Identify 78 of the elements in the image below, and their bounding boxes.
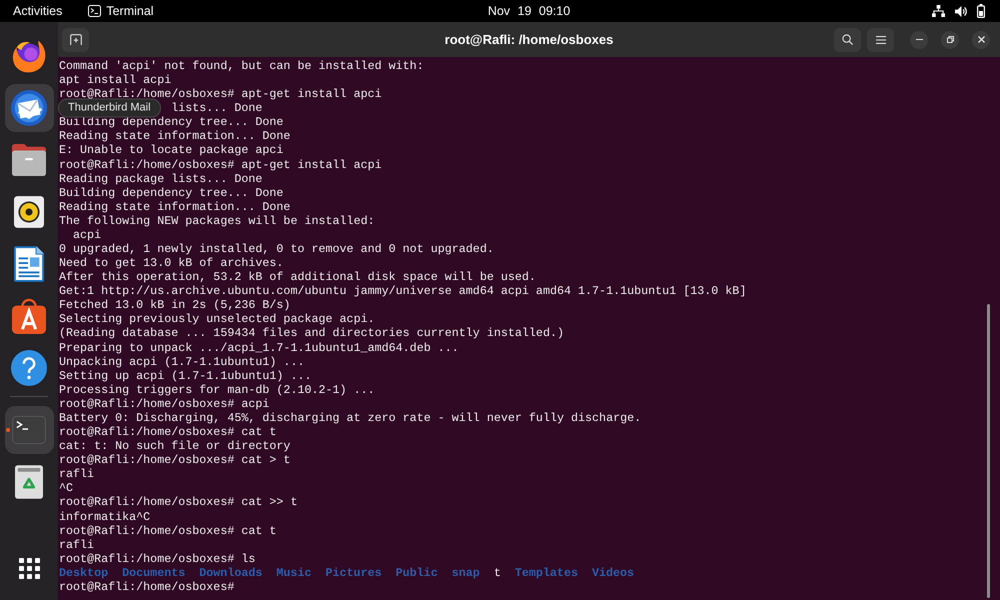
output-line: Battery 0: Discharging, 45%, discharging at zero rate - will never fully discharge. xyxy=(59,410,642,426)
output-line: lists... Done xyxy=(171,101,262,116)
clock-button[interactable]: Nov 19 09:10 xyxy=(488,0,570,22)
app-menu-button[interactable]: Terminal xyxy=(88,0,154,22)
output-line: rafli xyxy=(59,538,94,552)
close-button[interactable] xyxy=(972,30,990,48)
output-line: Building dependency tree... Done xyxy=(59,186,284,200)
restore-icon xyxy=(946,36,954,43)
shopping-bag-icon xyxy=(12,298,46,334)
battery-icon xyxy=(977,4,985,18)
prompt-line: root@Rafli:/home/osboxes# ls xyxy=(59,552,256,566)
help-icon xyxy=(11,350,47,386)
output-line: apt install acpi xyxy=(59,73,172,88)
activities-button[interactable]: Activities xyxy=(13,0,62,22)
output-line: Fetched 13.0 kB in 2s (5,236 B/s) xyxy=(59,298,290,312)
directory-name: Videos xyxy=(592,566,634,580)
new-tab-icon xyxy=(70,34,82,45)
prompt-line: root@Rafli:/home/osboxes# apt-get install acpi xyxy=(59,158,382,172)
prompt-line: root@Rafli:/home/osboxes# xyxy=(59,580,234,594)
directory-name: Public xyxy=(396,566,438,580)
prompt-line: root@Rafli:/home/osboxes# acpi xyxy=(59,396,270,411)
network-icon xyxy=(932,5,945,17)
app-grid-icon xyxy=(18,558,40,578)
output-line: Setting up acpi (1.7-1.1ubuntu1) ... xyxy=(59,368,312,383)
output-line: Reading state information... Done xyxy=(59,129,290,144)
output-line: Processing triggers for man-db (2.10.2-1) ... xyxy=(59,382,375,397)
minimize-icon xyxy=(916,39,922,40)
search-button[interactable] xyxy=(834,28,861,52)
output-line: Command 'acpi' not found, but can be installed with: xyxy=(59,59,424,74)
output-line: Need to get 13.0 kB of archives. xyxy=(59,256,284,270)
directory-name: Desktop xyxy=(59,566,108,580)
minimize-button[interactable] xyxy=(910,30,928,48)
dock-app-button[interactable] xyxy=(4,84,54,132)
directory-name: Templates xyxy=(514,566,578,580)
output-line: Preparing to unpack .../acpi_1.7-1.1ubuntu1_amd64.deb ... xyxy=(59,340,459,355)
window-title: root@Rafli: /home/osboxes xyxy=(444,32,614,47)
envelope-icon xyxy=(10,89,48,127)
terminal-icon xyxy=(88,5,102,17)
output-line: Get:1 http://us.archive.ubuntu.com/ubuntu jammy/universe amd64 acpi amd64 1.7-1.1ubuntu1 [13.0 kB] xyxy=(59,284,746,298)
output-line: Selecting previously unselected package acpi. xyxy=(59,312,375,326)
menu-button[interactable] xyxy=(867,28,894,52)
prompt-line: root@Rafli:/home/osboxes# cat >> t xyxy=(59,495,298,510)
output-line: 0 upgraded, 1 newly installed, 0 to remove and 0 not upgraded. xyxy=(59,242,494,256)
file-name: t xyxy=(494,566,501,580)
prompt-line: root@Rafli:/home/osboxes# cat > t xyxy=(59,453,290,468)
speaker-icon xyxy=(14,195,44,229)
directory-name: Documents xyxy=(122,566,186,580)
folder-icon xyxy=(10,143,48,177)
output-line: Reading state information... Done xyxy=(59,200,290,214)
output-line: E: Unable to locate package apci xyxy=(59,143,284,158)
tooltip: Thunderbird Mail xyxy=(58,98,161,118)
prompt-line: root@Rafli:/home/osboxes# cat t xyxy=(59,524,276,538)
volume-icon xyxy=(955,6,967,16)
recycle-bin-icon xyxy=(15,465,43,499)
output-line: ^C xyxy=(59,481,74,496)
output-line: The following NEW packages will be installed: xyxy=(59,214,375,228)
output-line: rafli xyxy=(59,467,94,482)
search-icon xyxy=(842,34,853,45)
output-line: informatika^C xyxy=(59,510,150,524)
restore-button[interactable] xyxy=(941,30,959,48)
output-line: acpi xyxy=(72,228,102,242)
terminal-icon xyxy=(12,416,46,444)
new-tab-button[interactable] xyxy=(62,28,89,52)
output-line: cat: t: No such file or directory xyxy=(59,439,290,454)
directory-name: Downloads xyxy=(199,566,262,580)
output-line: Reading package lists... Done xyxy=(59,172,262,186)
scrollbar-thumb[interactable] xyxy=(987,304,990,598)
prompt-line: root@Rafli:/home/osboxes# apt-get install apci xyxy=(59,87,382,102)
directory-name: Pictures xyxy=(326,566,382,580)
close-icon xyxy=(978,36,984,43)
directory-name: snap xyxy=(452,566,480,580)
output-line: After this operation, 53.2 kB of additional disk space will be used. xyxy=(59,270,536,284)
document-icon xyxy=(14,246,44,282)
menu-icon xyxy=(876,36,886,44)
directory-name: Music xyxy=(276,566,312,580)
output-line: Unpacking acpi (1.7-1.1ubuntu1) ... xyxy=(59,354,304,369)
prompt-line: root@Rafli:/home/osboxes# cat t xyxy=(59,425,276,440)
output-line: (Reading database ... 159434 files and directories currently installed.) xyxy=(59,326,564,341)
